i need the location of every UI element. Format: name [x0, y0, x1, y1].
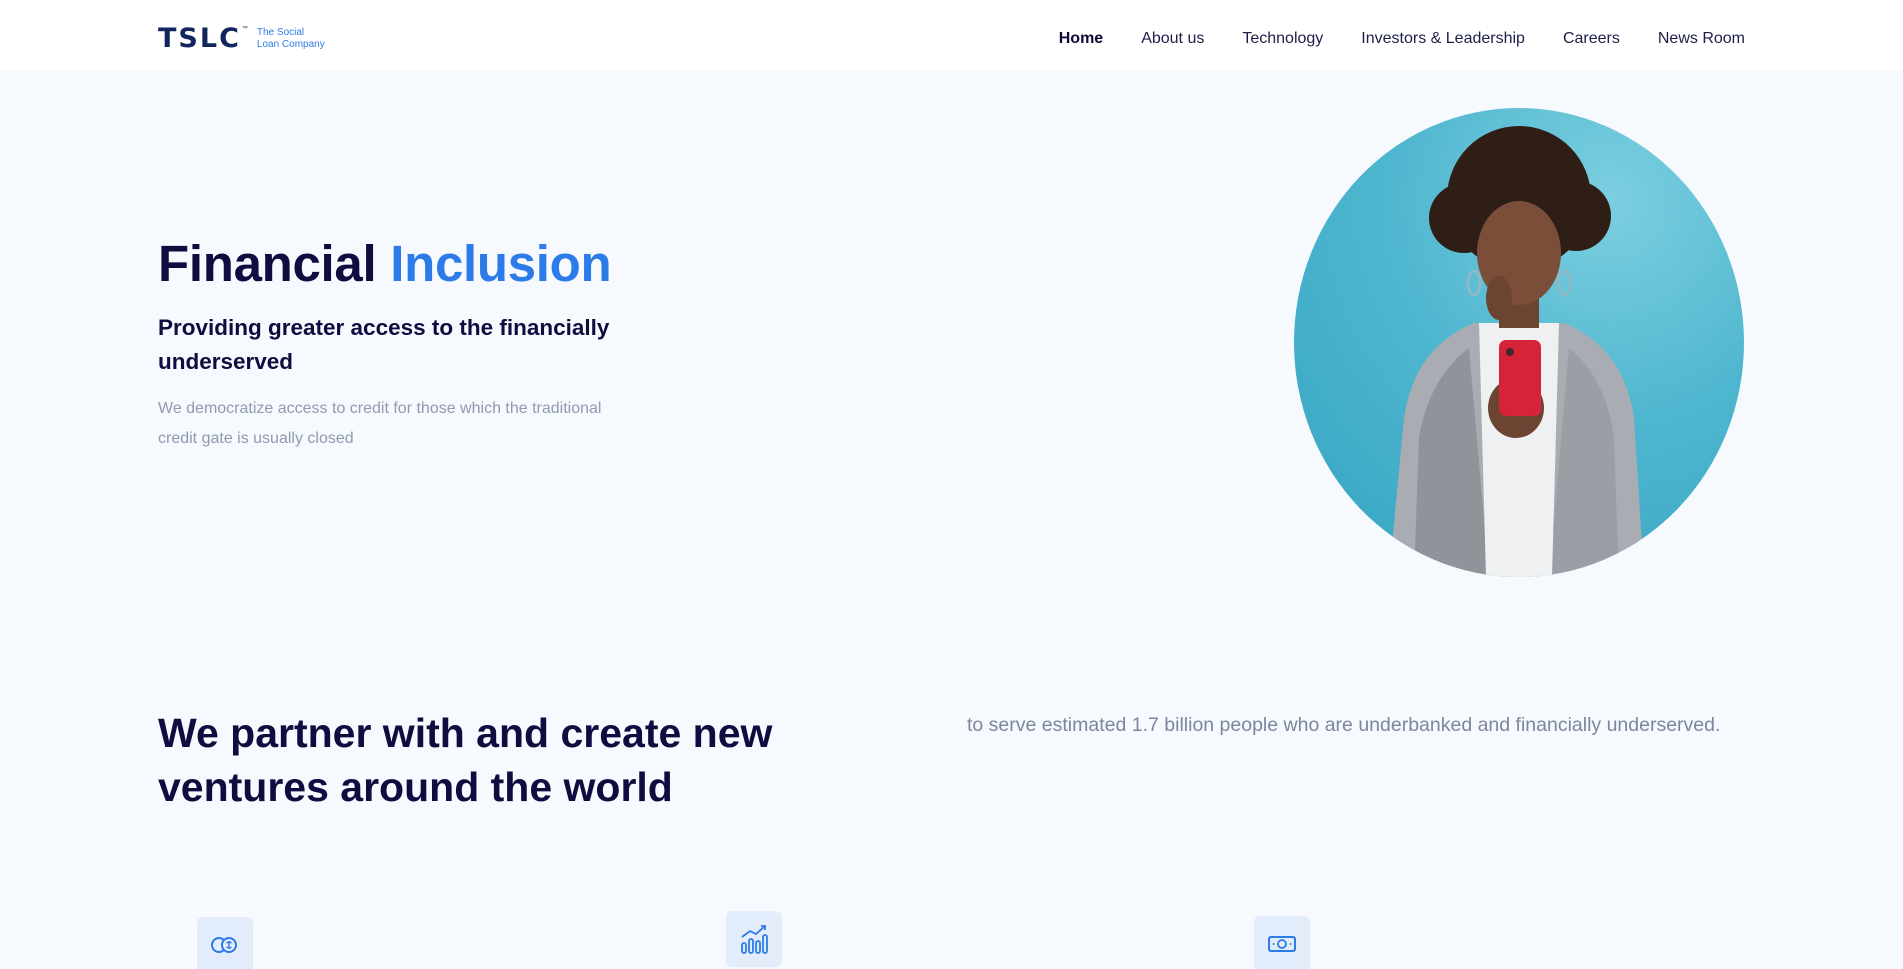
hero-title-accent: Inclusion — [390, 235, 612, 292]
nav-item-about-us[interactable]: About us — [1141, 29, 1204, 49]
nav-item-investors-leadership[interactable]: Investors & Leadership — [1361, 29, 1525, 49]
hero-title-part1: Financial — [158, 235, 377, 292]
nav-item-news-room[interactable]: News Room — [1658, 29, 1745, 49]
site-header: TSLC ™ The Social Loan Company Home Abou… — [0, 0, 1903, 70]
tslc-logo[interactable]: TSLC ™ The Social Loan Company — [158, 24, 325, 54]
partner-heading: We partner with and create new ventures … — [158, 710, 773, 810]
logo-mark: TSLC — [158, 23, 241, 54]
nav-item-home[interactable]: Home — [1059, 29, 1103, 49]
coins-icon — [211, 937, 237, 953]
logo-tagline: The Social Loan Company — [257, 27, 325, 51]
main-nav: Home About us Technology Investors & Lea… — [1021, 29, 1745, 49]
growth-chart-icon — [741, 925, 768, 954]
hero-description: We democratize access to credit for thos… — [158, 400, 602, 447]
partner-description: to serve estimated 1.7 billion people wh… — [967, 714, 1721, 736]
feature-banknote-tile — [1254, 916, 1310, 969]
feature-coins-tile — [197, 917, 253, 969]
nav-item-technology[interactable]: Technology — [1242, 29, 1323, 49]
logo-tagline-line2: Loan Company — [256, 39, 325, 50]
banknote-icon — [1268, 936, 1296, 952]
hero-title: Financial Inclusion — [158, 233, 612, 295]
nav-item-careers[interactable]: Careers — [1563, 29, 1620, 49]
logo-tagline-line1: The Social — [256, 27, 305, 38]
hero-photo — [1294, 108, 1744, 577]
hero-subtitle: Providing greater access to the financia… — [158, 315, 610, 374]
logo-trademark: ™ — [241, 26, 248, 32]
feature-growth-tile — [726, 911, 782, 967]
woman-with-phone-illustration — [1389, 126, 1644, 577]
